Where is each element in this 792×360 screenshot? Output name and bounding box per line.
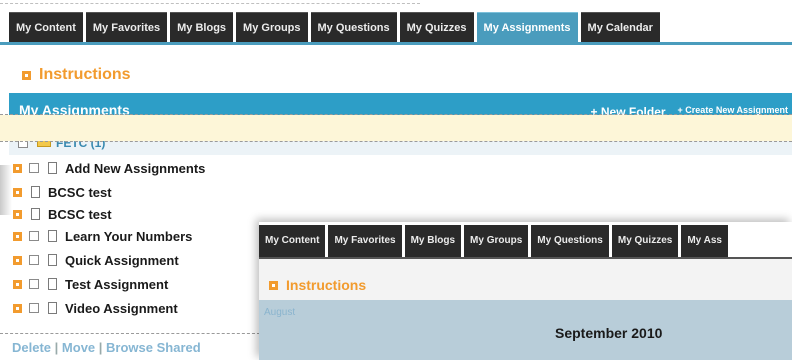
overlay-tab-my-assignments[interactable]: My Ass — [681, 225, 728, 257]
list-item[interactable]: Video Assignment — [13, 297, 178, 319]
overlay-tab-my-blogs[interactable]: My Blogs — [404, 225, 462, 257]
item-checkbox[interactable] — [29, 163, 39, 173]
separator: | — [54, 340, 59, 355]
delete-link[interactable]: Delete — [12, 340, 51, 355]
tab-my-questions[interactable]: My Questions — [310, 12, 397, 42]
overlay-tab-my-favorites[interactable]: My Favorites — [328, 225, 402, 257]
list-item[interactable]: Test Assignment — [13, 273, 168, 295]
drag-shadow — [0, 165, 12, 215]
document-icon — [48, 302, 57, 314]
item-label[interactable]: BCSC test — [48, 207, 112, 222]
overlay-tab-bar: My Content My Favorites My Blogs My Grou… — [259, 225, 728, 257]
bottom-actions: Delete | Move | Browse Shared — [12, 340, 201, 355]
bottom-divider — [0, 333, 260, 334]
expand-icon[interactable] — [13, 279, 22, 289]
list-item[interactable]: Learn Your Numbers — [13, 225, 192, 247]
overlay-tab-my-content[interactable]: My Content — [259, 225, 326, 257]
tab-my-content[interactable]: My Content — [9, 12, 83, 42]
expand-icon[interactable] — [13, 209, 22, 219]
expand-icon[interactable] — [13, 255, 22, 265]
tab-my-quizzes[interactable]: My Quizzes — [399, 12, 474, 42]
expand-icon[interactable] — [13, 231, 22, 241]
expand-icon — [269, 280, 278, 290]
top-divider — [0, 3, 420, 4]
tab-my-favorites[interactable]: My Favorites — [85, 12, 168, 42]
list-item[interactable]: BCSC test — [13, 181, 112, 203]
main-tab-bar: My Content My Favorites My Blogs My Grou… — [9, 12, 660, 42]
tab-my-calendar[interactable]: My Calendar — [580, 12, 660, 42]
tab-my-groups[interactable]: My Groups — [236, 12, 308, 42]
expand-icon[interactable] — [13, 163, 22, 173]
drop-zone-bottom — [0, 141, 792, 142]
tab-my-assignments[interactable]: My Assignments — [476, 12, 578, 42]
overlay-instructions-label: Instructions — [286, 277, 367, 293]
item-label[interactable]: Video Assignment — [65, 301, 178, 316]
document-icon — [48, 278, 57, 290]
document-icon — [31, 208, 40, 220]
item-checkbox[interactable] — [29, 303, 39, 313]
calendar-header: August September 2010 — [259, 300, 792, 360]
overlay-window: My Content My Favorites My Blogs My Grou… — [259, 222, 792, 360]
item-label[interactable]: Add New Assignments — [65, 161, 205, 176]
expand-icon[interactable] — [13, 187, 22, 197]
instructions-toggle[interactable]: Instructions — [22, 65, 131, 85]
expand-icon — [22, 70, 31, 80]
overlay-tab-my-groups[interactable]: My Groups — [464, 225, 529, 257]
overlay-tab-my-quizzes[interactable]: My Quizzes — [611, 225, 679, 257]
instructions-label: Instructions — [39, 66, 131, 83]
overlay-instructions-toggle[interactable]: Instructions — [269, 277, 366, 293]
previous-month-link[interactable]: August — [264, 307, 295, 318]
item-label[interactable]: BCSC test — [48, 185, 112, 200]
document-icon — [48, 254, 57, 266]
calendar-title: September 2010 — [555, 325, 663, 341]
list-item[interactable]: Add New Assignments — [13, 157, 205, 179]
browse-shared-link[interactable]: Browse Shared — [106, 340, 201, 355]
tab-my-blogs[interactable]: My Blogs — [170, 12, 234, 42]
expand-icon[interactable] — [13, 303, 22, 313]
item-label[interactable]: Learn Your Numbers — [65, 229, 192, 244]
document-icon — [48, 162, 57, 174]
separator: | — [98, 340, 103, 355]
item-checkbox[interactable] — [29, 231, 39, 241]
document-icon — [31, 186, 40, 198]
item-label[interactable]: Quick Assignment — [65, 253, 179, 268]
overlay-tab-my-questions[interactable]: My Questions — [531, 225, 609, 257]
list-item[interactable]: Quick Assignment — [13, 249, 179, 271]
row-highlight — [0, 115, 792, 141]
move-link[interactable]: Move — [62, 340, 95, 355]
item-label[interactable]: Test Assignment — [65, 277, 168, 292]
item-checkbox[interactable] — [29, 279, 39, 289]
document-icon — [48, 230, 57, 242]
list-item[interactable]: BCSC test — [13, 203, 112, 225]
item-checkbox[interactable] — [29, 255, 39, 265]
